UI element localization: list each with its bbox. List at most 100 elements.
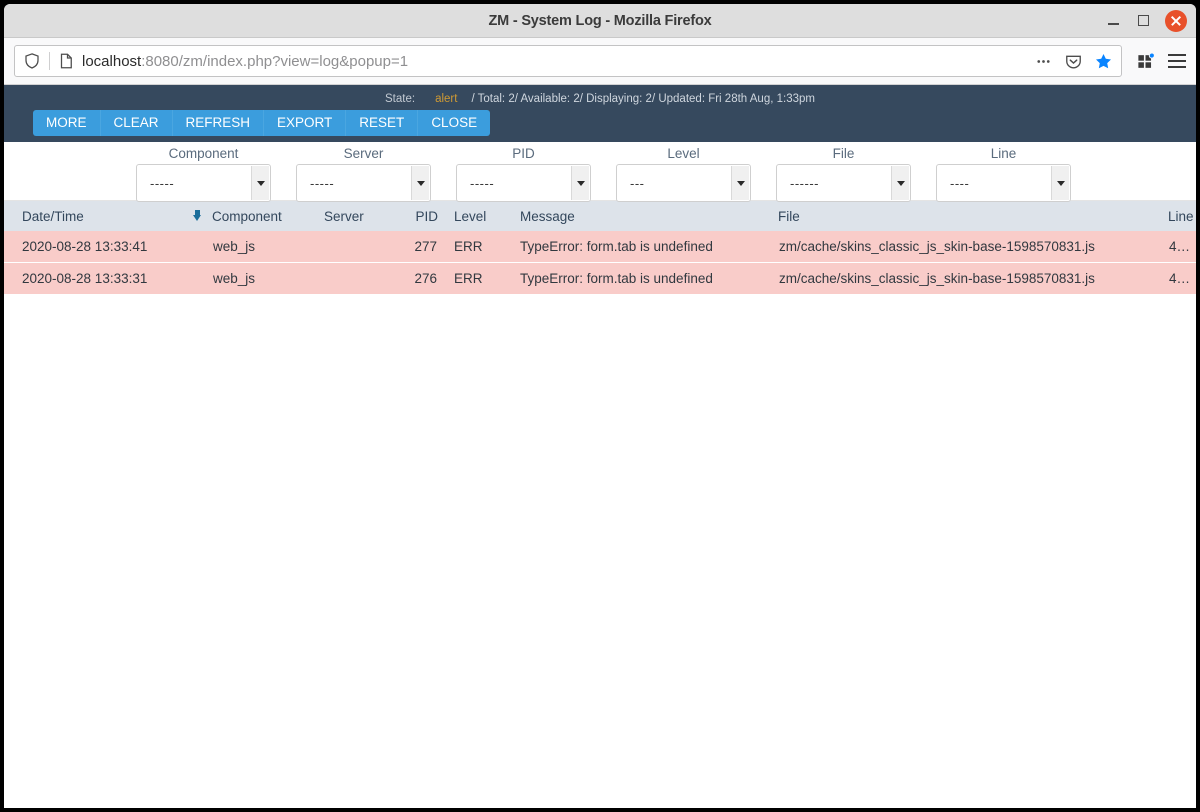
zm-header-bar: State: alert / Total: 2/ Available: 2/ Dis… [4, 85, 1196, 142]
filter-group-component: Component ----- [136, 146, 271, 202]
filter-bar: Component ----- Server ----- PID ----- L… [4, 142, 1196, 202]
cell-spacer [182, 231, 212, 263]
cell-datetime: 2020-08-28 13:33:31 [4, 262, 182, 295]
filter-label-level: Level [667, 146, 700, 161]
column-header-datetime[interactable]: Date/Time [4, 201, 182, 231]
url-bar[interactable]: localhost:8080/zm/index.php?view=log&pop… [14, 45, 1122, 77]
refresh-button[interactable]: REFRESH [172, 110, 265, 136]
hamburger-line [1168, 54, 1186, 56]
window-controls [1105, 4, 1188, 37]
chevron-down-icon[interactable] [411, 166, 429, 200]
close-log-button[interactable]: CLOSE [418, 110, 491, 136]
column-header-level[interactable]: Level [438, 201, 510, 231]
filter-label-line: Line [990, 146, 1017, 161]
cell-component: web_js [212, 262, 324, 295]
log-action-buttons: MORE CLEAR REFRESH EXPORT RESET CLOSE [33, 110, 491, 136]
hamburger-line [1168, 60, 1186, 62]
extensions-icon[interactable] [1136, 52, 1155, 71]
filter-select-server[interactable]: ----- [296, 164, 431, 202]
ellipsis-icon[interactable] [1034, 52, 1053, 71]
page-content: State: alert / Total: 2/ Available: 2/ Dis… [4, 85, 1196, 808]
column-header-pid[interactable]: PID [388, 201, 438, 231]
page-icon [60, 53, 72, 69]
column-header-server[interactable]: Server [324, 201, 388, 231]
chevron-down-icon[interactable] [571, 166, 589, 200]
filter-value-pid: ----- [470, 175, 495, 191]
column-header-line[interactable]: Line [1168, 201, 1196, 231]
table-header: Date/Time Component Server PID Level Mes… [4, 201, 1196, 231]
minimize-icon [1107, 22, 1119, 25]
browser-window: ZM - System Log - Mozilla Firefox localh… [4, 4, 1196, 808]
filter-select-component[interactable]: ----- [136, 164, 271, 202]
cell-component: web_js [212, 231, 324, 263]
cell-file: zm/cache/skins_classic_js_skin-base-1598… [778, 231, 1168, 263]
pocket-icon[interactable] [1064, 52, 1083, 71]
system-log-table: Date/Time Component Server PID Level Mes… [4, 201, 1196, 295]
cell-spacer [182, 262, 212, 295]
table-row[interactable]: 2020-08-28 13:33:41 web_js 277 ERR TypeE… [4, 231, 1196, 263]
table-body: 2020-08-28 13:33:41 web_js 277 ERR TypeE… [4, 231, 1196, 295]
filter-select-line[interactable]: ---- [936, 164, 1071, 202]
browser-toolbar: localhost:8080/zm/index.php?view=log&pop… [4, 38, 1196, 85]
url-host: localhost [82, 52, 142, 70]
filter-label-server: Server [343, 146, 384, 161]
shield-icon[interactable] [23, 52, 41, 70]
table-row[interactable]: 2020-08-28 13:33:31 web_js 276 ERR TypeE… [4, 262, 1196, 295]
column-sort-indicator[interactable] [182, 201, 212, 231]
star-icon[interactable] [1094, 52, 1113, 71]
column-header-component[interactable]: Component [212, 201, 324, 231]
column-header-message[interactable]: Message [510, 201, 778, 231]
filter-label-component: Component [168, 146, 239, 161]
state-value: alert [435, 93, 458, 105]
filter-value-file: ------ [790, 175, 819, 191]
title-bar: ZM - System Log - Mozilla Firefox [4, 4, 1196, 38]
empty-table-area [4, 295, 1196, 808]
cell-file: zm/cache/skins_classic_js_skin-base-1598… [778, 262, 1168, 295]
maximize-icon [1137, 15, 1149, 26]
cell-level: ERR [438, 262, 510, 295]
toolbar-right-actions [1136, 52, 1186, 71]
more-button[interactable]: MORE [33, 110, 101, 136]
cell-server [324, 231, 388, 263]
sort-desc-arrow-icon[interactable] [192, 209, 202, 221]
cell-server [324, 262, 388, 295]
cell-level: ERR [438, 231, 510, 263]
chevron-down-icon[interactable] [731, 166, 749, 200]
filter-group-pid: PID ----- [456, 146, 591, 202]
cell-message: TypeError: form.tab is undefined [510, 231, 778, 263]
cell-line: 469 [1168, 262, 1196, 295]
hamburger-line [1168, 66, 1186, 68]
column-header-file[interactable]: File [778, 201, 1168, 231]
reset-button[interactable]: RESET [346, 110, 419, 136]
table-header-row: Date/Time Component Server PID Level Mes… [4, 201, 1196, 231]
filter-group-server: Server ----- [296, 146, 431, 202]
minimize-button[interactable] [1105, 13, 1121, 29]
hamburger-menu-icon[interactable] [1168, 54, 1186, 68]
urlbar-actions [1034, 52, 1115, 71]
filter-value-server: ----- [310, 175, 335, 191]
filter-select-pid[interactable]: ----- [456, 164, 591, 202]
filter-select-file[interactable]: ------ [776, 164, 911, 202]
cell-message: TypeError: form.tab is undefined [510, 262, 778, 295]
close-button[interactable] [1165, 9, 1187, 32]
filter-value-line: ---- [950, 175, 970, 191]
filter-label-pid: PID [512, 146, 535, 161]
url-path: :8080/zm/index.php?view=log&popup=1 [141, 52, 409, 70]
cell-pid: 277 [388, 231, 438, 263]
state-label: State: [385, 93, 416, 105]
url-text[interactable]: localhost:8080/zm/index.php?view=log&pop… [82, 53, 1034, 70]
filter-select-level[interactable]: --- [616, 164, 751, 202]
filter-group-file: File ------ [776, 146, 911, 202]
maximize-button[interactable] [1135, 13, 1151, 29]
filter-value-level: --- [630, 175, 645, 191]
cell-datetime: 2020-08-28 13:33:41 [4, 231, 182, 263]
cell-line: 469 [1168, 231, 1196, 263]
window-title: ZM - System Log - Mozilla Firefox [488, 12, 712, 29]
chevron-down-icon[interactable] [891, 166, 909, 200]
chevron-down-icon[interactable] [251, 166, 269, 200]
filter-group-level: Level --- [616, 146, 751, 202]
clear-button[interactable]: CLEAR [100, 110, 173, 136]
chevron-down-icon[interactable] [1051, 166, 1069, 200]
cell-pid: 276 [388, 262, 438, 295]
export-button[interactable]: EXPORT [264, 110, 347, 136]
